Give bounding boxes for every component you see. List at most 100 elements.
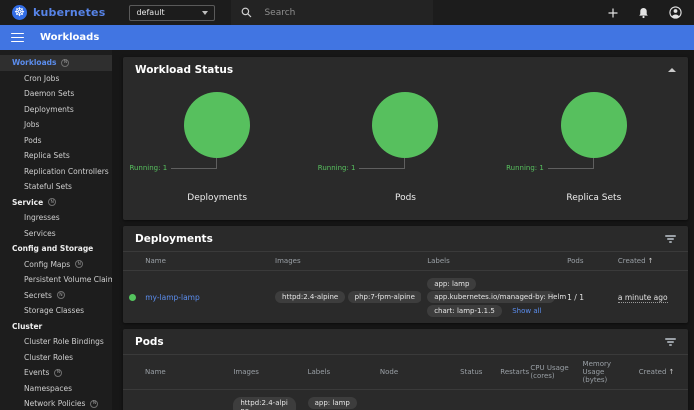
sidebar-item-label: Jobs	[24, 120, 39, 129]
pods-card: Pods Name Images Labels N	[123, 329, 688, 410]
image-chip: httpd:2.4-alpine	[233, 397, 295, 410]
replica-sets-chart-legend: Running: 1	[506, 164, 544, 172]
sidebar-item-secrets[interactable]: Secrets N	[0, 288, 112, 304]
created-column-label: Created	[639, 368, 667, 376]
image-chip: php:7-fpm-alpine	[348, 291, 422, 303]
deployments-chart: Running: 1 Deployments	[123, 82, 311, 220]
deployments-card: Deployments Name Images Labels Pods	[123, 226, 688, 323]
pod-status: Running	[454, 390, 494, 410]
collapse-caret-icon[interactable]	[668, 68, 676, 72]
sidebar-item-config-and-storage[interactable]: Config and Storage	[0, 241, 112, 257]
workload-status-card: Workload Status Running: 1 Deployments R…	[123, 57, 688, 220]
sidebar-item-deployments[interactable]: Deployments	[0, 102, 112, 118]
show-all-link[interactable]: Show all	[512, 307, 541, 315]
search-box[interactable]	[231, 0, 433, 25]
sidebar-item-config-maps[interactable]: Config Maps N	[0, 257, 112, 273]
label-chip: app: lamp	[308, 397, 357, 409]
sidebar-item-storage-classes[interactable]: Storage Classes	[0, 303, 112, 319]
sidebar-item-label: Events	[24, 368, 49, 377]
replica-sets-chart: Running: 1 Replica Sets	[500, 82, 688, 220]
label-chip: app: lamp	[427, 278, 476, 290]
image-chip: httpd:2.4-alpine	[275, 291, 345, 303]
sidebar-item-label: Storage Classes	[24, 306, 84, 315]
pods-pie	[372, 92, 438, 158]
sidebar-item-workloads[interactable]: Workloads N	[0, 55, 112, 71]
search-icon	[241, 7, 252, 18]
sort-ascending-icon: ↑	[668, 368, 674, 376]
pods-card-title: Pods	[135, 336, 164, 348]
sidebar-item-label: Cluster	[12, 322, 42, 331]
memory-column-header: Memory Usage (bytes)	[577, 355, 633, 390]
bell-icon	[638, 7, 649, 19]
status-text-column-header: Status	[454, 355, 494, 390]
label-chip: chart: lamp-1.1.5	[427, 305, 502, 317]
deployments-card-title: Deployments	[135, 233, 213, 245]
pods-column-header: Pods	[561, 252, 612, 271]
namespaced-badge-icon: N	[48, 198, 56, 206]
sidebar-item-label: Cluster Role Bindings	[24, 337, 104, 346]
sidebar-item-daemon-sets[interactable]: Daemon Sets	[0, 86, 112, 102]
created-column-header[interactable]: Created↑	[633, 355, 688, 390]
account-button[interactable]	[669, 6, 682, 19]
pod-row: my-lamp-lamp-5fd985cf68-jwvz4 httpd:2.4-…	[123, 390, 688, 410]
status-column-header	[123, 252, 139, 271]
sidebar-item-pods[interactable]: Pods	[0, 133, 112, 149]
account-circle-icon	[669, 6, 682, 19]
sidebar-item-persistent-volume-claims[interactable]: Persistent Volume Claims N	[0, 272, 112, 288]
sidebar-item-replica-sets[interactable]: Replica Sets	[0, 148, 112, 164]
sidebar-item-events[interactable]: Events N	[0, 365, 112, 381]
sidebar-item-services[interactable]: Services	[0, 226, 112, 242]
sidebar-item-cluster-role-bindings[interactable]: Cluster Role Bindings	[0, 334, 112, 350]
created-column-label: Created	[618, 257, 646, 265]
deployments-table: Name Images Labels Pods Created↑ my-lamp…	[123, 251, 688, 323]
page-title: Workloads	[40, 32, 99, 43]
sidebar-item-jobs[interactable]: Jobs	[0, 117, 112, 133]
deployments-chart-legend: Running: 1	[129, 164, 167, 172]
sidebar-item-replication-controllers[interactable]: Replication Controllers	[0, 164, 112, 180]
images-column-header: Images	[269, 252, 421, 271]
topbar-actions	[608, 6, 682, 19]
sidebar-item-label: Replication Controllers	[24, 167, 109, 176]
cpu-column-header: CPU Usage (cores)	[524, 355, 576, 390]
created-column-header[interactable]: Created↑	[612, 252, 688, 271]
namespace-selected-value: default	[136, 8, 164, 17]
name-column-header: Name	[139, 252, 269, 271]
create-resource-button[interactable]	[608, 8, 618, 18]
sidebar-item-label: Namespaces	[24, 384, 72, 393]
sidebar-item-label: Daemon Sets	[24, 89, 74, 98]
namespaced-badge-icon: N	[90, 400, 98, 408]
sidebar-item-ingresses[interactable]: Ingresses	[0, 210, 112, 226]
sidebar-item-label: Config Maps	[24, 260, 70, 269]
notifications-button[interactable]	[638, 7, 649, 19]
sidebar-item-label: Deployments	[24, 105, 74, 114]
workload-status-title: Workload Status	[135, 64, 233, 76]
brand-title: kubernetes	[33, 6, 105, 19]
filter-icon[interactable]	[665, 235, 676, 243]
sidebar-item-label: Workloads	[12, 58, 56, 67]
sidebar-item-cluster[interactable]: Cluster	[0, 319, 112, 335]
sidebar-item-cron-jobs[interactable]: Cron Jobs	[0, 71, 112, 87]
sidebar-item-network-policies[interactable]: Network Policies N	[0, 396, 112, 410]
pod-node: lke55127-86393-622f8d09399a	[374, 390, 454, 410]
sidebar-item-label: Stateful Sets	[24, 182, 72, 191]
deployments-chart-title: Deployments	[123, 193, 311, 203]
legend-connector-line	[171, 158, 217, 169]
filter-icon[interactable]	[665, 338, 676, 346]
namespace-selector[interactable]: default	[129, 5, 215, 21]
sidebar-item-service[interactable]: Service N	[0, 195, 112, 211]
status-column-header	[123, 355, 139, 390]
labels-column-header: Labels	[421, 252, 561, 271]
sidebar-item-namespaces[interactable]: Namespaces	[0, 381, 112, 397]
pods-chart-title: Pods	[311, 193, 499, 203]
name-column-header: Name	[139, 355, 227, 390]
sidebar-item-stateful-sets[interactable]: Stateful Sets	[0, 179, 112, 195]
deployment-name-link[interactable]: my-lamp-lamp	[145, 293, 200, 302]
pods-chart: Running: 1 Pods	[311, 82, 499, 220]
sidebar-item-cluster-roles[interactable]: Cluster Roles	[0, 350, 112, 366]
sidebar-item-label: Service	[12, 198, 43, 207]
pods-ratio: 1 / 1	[561, 271, 612, 324]
menu-hamburger-icon[interactable]	[11, 33, 24, 43]
replica-sets-chart-title: Replica Sets	[500, 193, 688, 203]
kubernetes-logo-icon[interactable]: ☸	[12, 5, 27, 20]
search-input[interactable]	[264, 8, 404, 18]
